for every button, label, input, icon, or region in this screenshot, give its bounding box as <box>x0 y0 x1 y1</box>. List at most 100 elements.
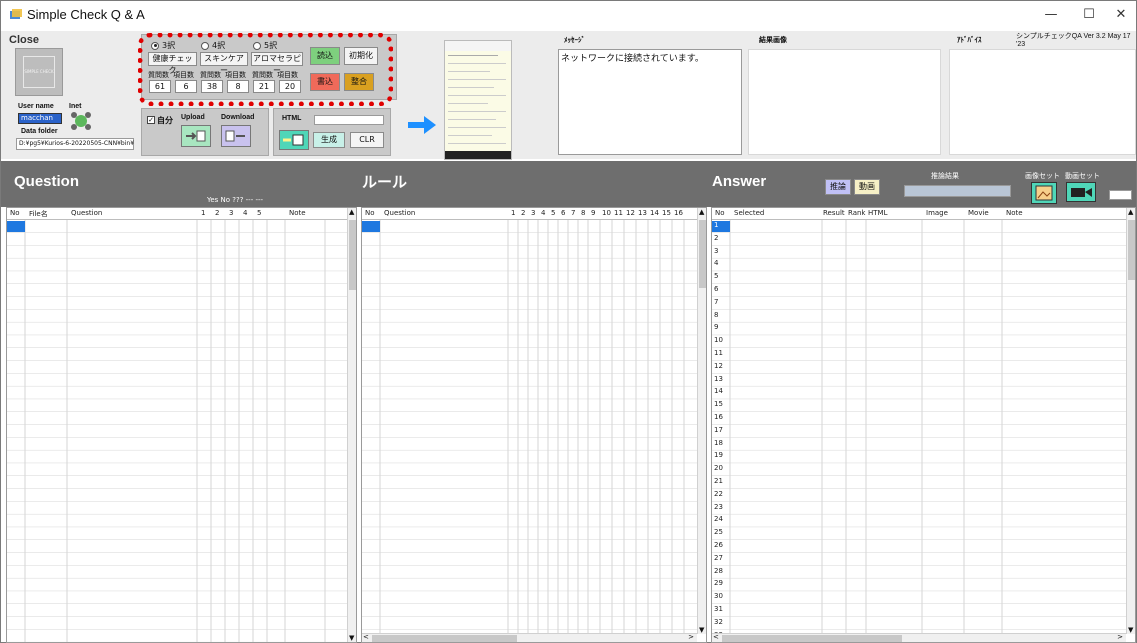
inet-label: Inet <box>69 103 82 110</box>
row-number: 17 <box>714 425 723 434</box>
generate-button[interactable]: 生成 <box>313 132 345 148</box>
html-label: HTML <box>282 115 302 122</box>
question-grid-lines <box>7 208 356 642</box>
infer-button[interactable]: 推論 <box>825 179 851 195</box>
self-label: 自分 <box>157 116 173 125</box>
col-no: No <box>715 209 725 217</box>
col-3: 3 <box>531 209 536 217</box>
col-11: 11 <box>614 209 623 217</box>
window-title: Simple Check Q & A <box>27 7 145 22</box>
answer-grid-header: No Selected Result Rank HTML Image Movie… <box>712 208 1135 220</box>
image-set-button[interactable] <box>1031 182 1057 204</box>
user-name-label: User name <box>18 103 54 110</box>
image-set-label: 画像セット <box>1025 172 1060 180</box>
arrow-right-icon <box>408 116 436 134</box>
row-number: 10 <box>714 336 723 345</box>
result-image-label: 結果画像 <box>759 37 787 44</box>
app-window: Simple Check Q & A — ☐ ✕ Close SIMPLE CH… <box>0 0 1137 643</box>
col-8: 8 <box>581 209 586 217</box>
row-number: 24 <box>714 515 723 524</box>
download-button[interactable] <box>221 125 251 147</box>
rule-vscroll[interactable]: ▲ ▼ <box>697 208 706 634</box>
col-15: 15 <box>662 209 671 217</box>
rule-grid-header: No Question 1 2 3 4 5 6 7 8 9 10 11 12 1… <box>362 208 706 220</box>
message-box: ネットワークに接続されています。 <box>558 49 742 155</box>
version-label: シンプルチェックQA Ver 3.2 May 17 '23 <box>1016 33 1131 48</box>
row-number: 25 <box>714 528 723 537</box>
question-vscroll[interactable]: ▲ ▼ <box>347 208 356 642</box>
rule-hscroll[interactable]: < > <box>362 633 697 642</box>
row-number: 20 <box>714 464 723 473</box>
col-3: 3 <box>229 209 234 217</box>
video-set-label: 動画セット <box>1065 172 1100 180</box>
col-result: Result <box>823 209 845 217</box>
question-grid-header: No File名 Question 1 2 3 4 5 Note <box>7 208 356 220</box>
row-number: 6 <box>714 285 719 293</box>
html-transfer-button[interactable] <box>279 130 309 150</box>
col-filename: File名 <box>29 210 48 218</box>
col-6: 6 <box>561 209 566 217</box>
infer-result-label: 推論結果 <box>931 172 959 180</box>
question-title: Question <box>14 173 80 190</box>
clr-button[interactable]: CLR <box>350 132 384 148</box>
app-icon <box>10 9 22 19</box>
row-number: 8 <box>714 310 719 319</box>
rule-grid[interactable]: No Question 1 2 3 4 5 6 7 8 9 10 11 12 1… <box>361 207 707 643</box>
network-status-icon <box>71 112 91 130</box>
data-folder-field[interactable]: D:¥pg5¥Kurios-6-20220505-CNN¥bin¥ <box>16 138 134 150</box>
data-folder-value: D:¥pg5¥Kurios-6-20220505-CNN¥bin¥ <box>19 140 135 147</box>
data-folder-label: Data folder <box>21 128 58 135</box>
row-number: 1 <box>714 221 719 229</box>
answer-grid[interactable]: No Selected Result Rank HTML Image Movie… <box>711 207 1136 643</box>
row-number: 22 <box>714 489 723 498</box>
answer-grid-lines <box>712 208 1135 634</box>
row-number: 29 <box>714 579 723 588</box>
row-number: 15 <box>714 400 723 409</box>
infer-result-field <box>904 185 1011 197</box>
small-white-field <box>1109 190 1132 200</box>
upload-button[interactable] <box>181 125 211 147</box>
answer-hscroll[interactable]: < > <box>712 633 1126 642</box>
video-button[interactable]: 動画 <box>854 179 880 195</box>
download-icon <box>225 130 245 142</box>
minimize-button[interactable]: — <box>1031 7 1071 27</box>
rule-title: ルール <box>362 174 408 191</box>
col-14: 14 <box>650 209 659 217</box>
message-text: ネットワークに接続されています。 <box>561 54 704 64</box>
row-number: 13 <box>714 374 723 383</box>
yes-no-header: Yes No ??? --- --- <box>207 196 264 204</box>
upload-label: Upload <box>181 114 205 121</box>
row-number: 7 <box>714 297 719 306</box>
highlight-outline <box>138 33 393 106</box>
html-input[interactable] <box>314 115 384 125</box>
col-no: No <box>365 209 375 217</box>
row-number: 4 <box>714 259 719 268</box>
video-set-button[interactable] <box>1066 182 1096 202</box>
answer-vscroll[interactable]: ▲ ▼ <box>1126 208 1135 634</box>
col-question: Question <box>384 209 416 217</box>
row-number: 18 <box>714 438 723 447</box>
advice-box <box>949 49 1136 155</box>
col-note: Note <box>289 209 306 217</box>
advice-label: ｱﾄﾞﾊﾞｲｽ <box>957 37 982 44</box>
col-image: Image <box>926 209 948 217</box>
row-number: 14 <box>714 387 723 396</box>
user-name-field[interactable]: macchan <box>18 113 62 124</box>
col-5: 5 <box>551 209 556 217</box>
row-number: 19 <box>714 451 723 460</box>
close-link[interactable]: Close <box>9 34 39 46</box>
question-grid[interactable]: No File名 Question 1 2 3 4 5 Note ▲ ▼ <box>6 207 357 643</box>
close-window-button[interactable]: ✕ <box>1101 7 1137 27</box>
selected-cell[interactable] <box>7 221 25 232</box>
row-number: 3 <box>714 246 719 255</box>
phone-preview <box>444 40 512 160</box>
download-label: Download <box>221 114 255 121</box>
self-checkbox[interactable]: ✓ <box>147 116 155 124</box>
section-header: Question Yes No ??? --- --- ルール Answer 推… <box>1 161 1136 207</box>
col-13: 13 <box>638 209 647 217</box>
col-2: 2 <box>215 209 220 217</box>
col-4: 4 <box>541 209 546 217</box>
message-label: ﾒｯｾｰｼﾞ <box>564 37 585 44</box>
row-number: 30 <box>714 592 723 601</box>
selected-cell[interactable] <box>362 221 380 232</box>
